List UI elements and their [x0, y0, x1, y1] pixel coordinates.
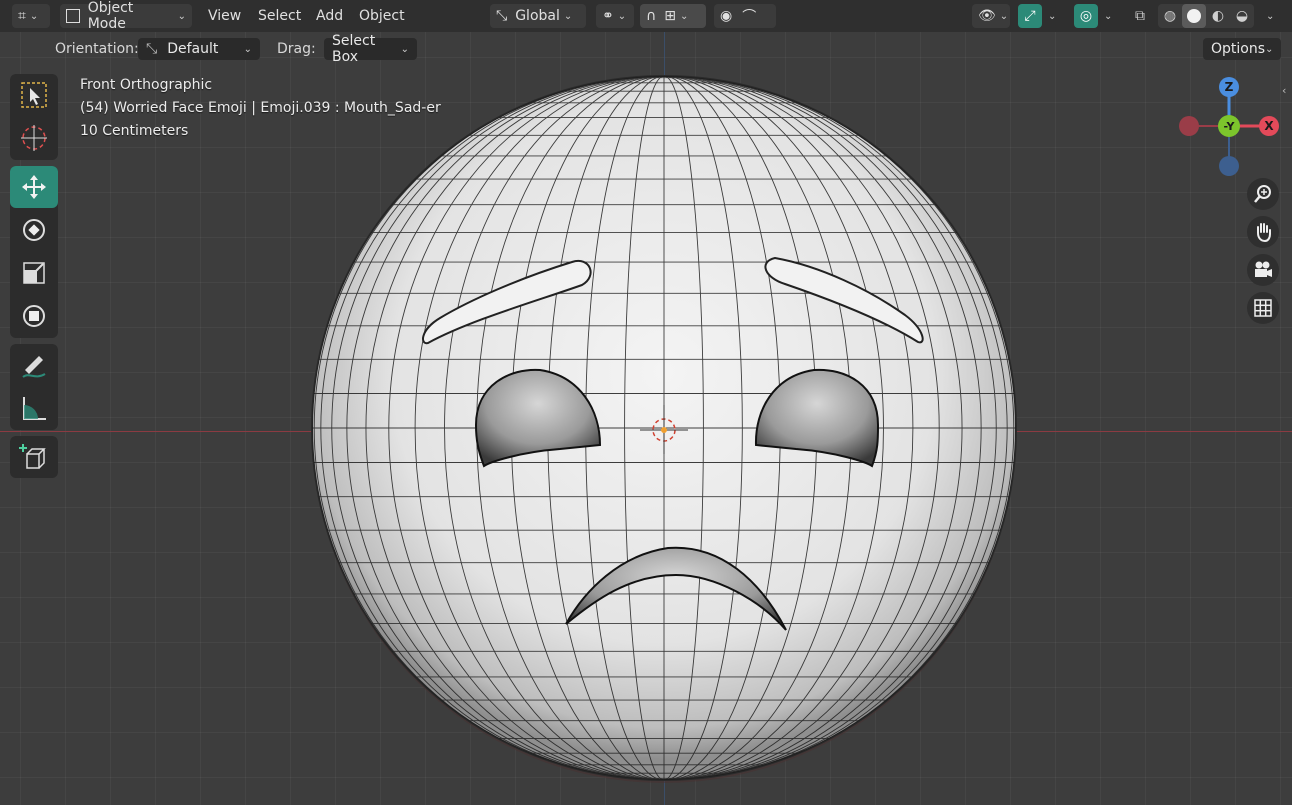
eye-icon: 👁 [978, 8, 996, 24]
gizmo-icon: ⤢ [1024, 8, 1036, 24]
add-cube-tool[interactable] [10, 436, 58, 478]
measure-tool[interactable] [10, 387, 58, 429]
overlay-icon: ◎ [1079, 8, 1093, 24]
menu-object[interactable]: Object [351, 4, 413, 28]
scale-tool[interactable] [10, 252, 58, 294]
xray-toggle[interactable]: ⧉ [1128, 4, 1152, 28]
toolbar-add-group [10, 436, 58, 478]
material-icon[interactable]: ◐ [1206, 4, 1230, 28]
object-info: (54) Worried Face Emoji | Emoji.039 : Mo… [80, 100, 441, 116]
viewport-header: ⌗ ⌄ Object Mode ⌄ View Select Add Object ⤡… [0, 0, 1292, 32]
menu-view[interactable]: View [200, 4, 249, 28]
gizmo-x-axis[interactable]: X [1259, 116, 1279, 136]
zoom-button[interactable] [1247, 178, 1279, 210]
increment-icon: ⊞ [664, 8, 676, 24]
emoji-mesh[interactable] [0, 0, 1292, 805]
gizmo-neg-z-axis[interactable] [1219, 156, 1239, 176]
select-box-tool[interactable] [10, 74, 58, 116]
gizmo-neg-x-axis[interactable] [1179, 116, 1199, 136]
transform-orientation-dropdown[interactable]: ⤡ Global ⌄ [490, 4, 586, 28]
object-mode-icon [66, 9, 80, 23]
solid-icon[interactable] [1182, 4, 1206, 28]
drag-label: Drag: [277, 41, 316, 57]
move-tool[interactable] [10, 166, 58, 208]
proportional-icon: ◉ [720, 8, 733, 24]
pivot-dropdown[interactable]: ⚭ ⌄ [596, 4, 634, 28]
orientation-value: Default [167, 41, 219, 57]
orientation-axis-icon: ⤡ [146, 41, 158, 57]
pan-button[interactable] [1247, 216, 1279, 248]
orientation-label: Global [515, 8, 560, 24]
cursor-icon [21, 125, 47, 151]
orientation-icon: ⤡ [496, 8, 508, 24]
gizmo-dropdown[interactable]: ⌄ [1044, 4, 1056, 28]
menu-select[interactable]: Select [250, 4, 309, 28]
orientation-label: Orientation: [55, 41, 139, 57]
measure-icon [23, 397, 46, 420]
editor-type-button[interactable]: ⌗ ⌄ [12, 4, 50, 28]
rendered-icon[interactable]: ◒ [1230, 4, 1254, 28]
annotate-icon [22, 356, 46, 378]
3d-viewport[interactable]: Front Orthographic (54) Worried Face Emo… [0, 0, 1292, 805]
toolbar-annotate-group [10, 344, 58, 430]
move-icon [22, 175, 46, 199]
options-label: Options [1211, 41, 1266, 57]
mode-label: Object Mode [87, 0, 134, 32]
axis-editor-icon: ⌗ [18, 8, 26, 24]
scale-info: 10 Centimeters [80, 123, 189, 139]
overlay-toggle[interactable]: ◎ [1074, 4, 1098, 28]
drag-value: Select Box [332, 33, 376, 65]
rotate-icon [23, 219, 45, 241]
options-dropdown[interactable]: Options ⌄ [1203, 38, 1281, 60]
select-box-icon [21, 82, 47, 108]
visibility-dropdown[interactable]: 👁 ⌄ [972, 4, 1010, 28]
add-cube-icon [19, 444, 46, 469]
xray-icon: ⧉ [1135, 8, 1145, 24]
gizmo-toggle[interactable]: ⤢ [1018, 4, 1042, 28]
camera-view-button[interactable] [1247, 254, 1279, 286]
grid-icon [1254, 299, 1272, 317]
pivot-icon: ⚭ [602, 8, 614, 24]
shading-group: ◍ ◐ ◒ [1158, 4, 1254, 28]
menu-add[interactable]: Add [308, 4, 351, 28]
orientation-dropdown[interactable]: ⤡ Default ⌄ [138, 38, 260, 60]
mode-dropdown[interactable]: Object Mode ⌄ [60, 0, 192, 32]
gizmo-z-label: Z [1224, 80, 1234, 94]
falloff-icon: ⌒ [742, 9, 757, 25]
cursor-tool[interactable] [10, 117, 58, 159]
overlay-dropdown[interactable]: ⌄ [1100, 4, 1112, 28]
transform-icon [23, 305, 45, 327]
gizmo-neg-y-axis[interactable]: -Y [1218, 115, 1240, 137]
toolbar-select-group [10, 74, 58, 160]
hand-pan-icon [1257, 223, 1271, 242]
zoom-icon [1254, 185, 1271, 203]
shading-dropdown[interactable]: ⌄ [1262, 4, 1274, 28]
rotate-tool[interactable] [10, 209, 58, 251]
view-name: Front Orthographic [80, 77, 213, 93]
proportional-group[interactable]: ◉ ⌒ [714, 4, 776, 28]
gizmo-x-label: X [1264, 119, 1274, 133]
toolbar-transform-group [10, 166, 58, 338]
annotate-tool[interactable] [10, 344, 58, 386]
transform-tool[interactable] [10, 295, 58, 337]
snap-group[interactable]: ∩ ⊞ ⌄ [640, 4, 706, 28]
gizmo-z-axis[interactable]: Z [1219, 77, 1239, 97]
gizmo-y-label: -Y [1223, 119, 1235, 133]
wireframe-icon[interactable]: ◍ [1158, 4, 1182, 28]
camera-icon [1255, 261, 1272, 277]
drag-dropdown[interactable]: Select Box ⌄ [324, 33, 417, 65]
magnet-icon: ∩ [646, 8, 657, 24]
ortho-toggle-button[interactable] [1247, 292, 1279, 324]
scale-icon [23, 262, 45, 284]
